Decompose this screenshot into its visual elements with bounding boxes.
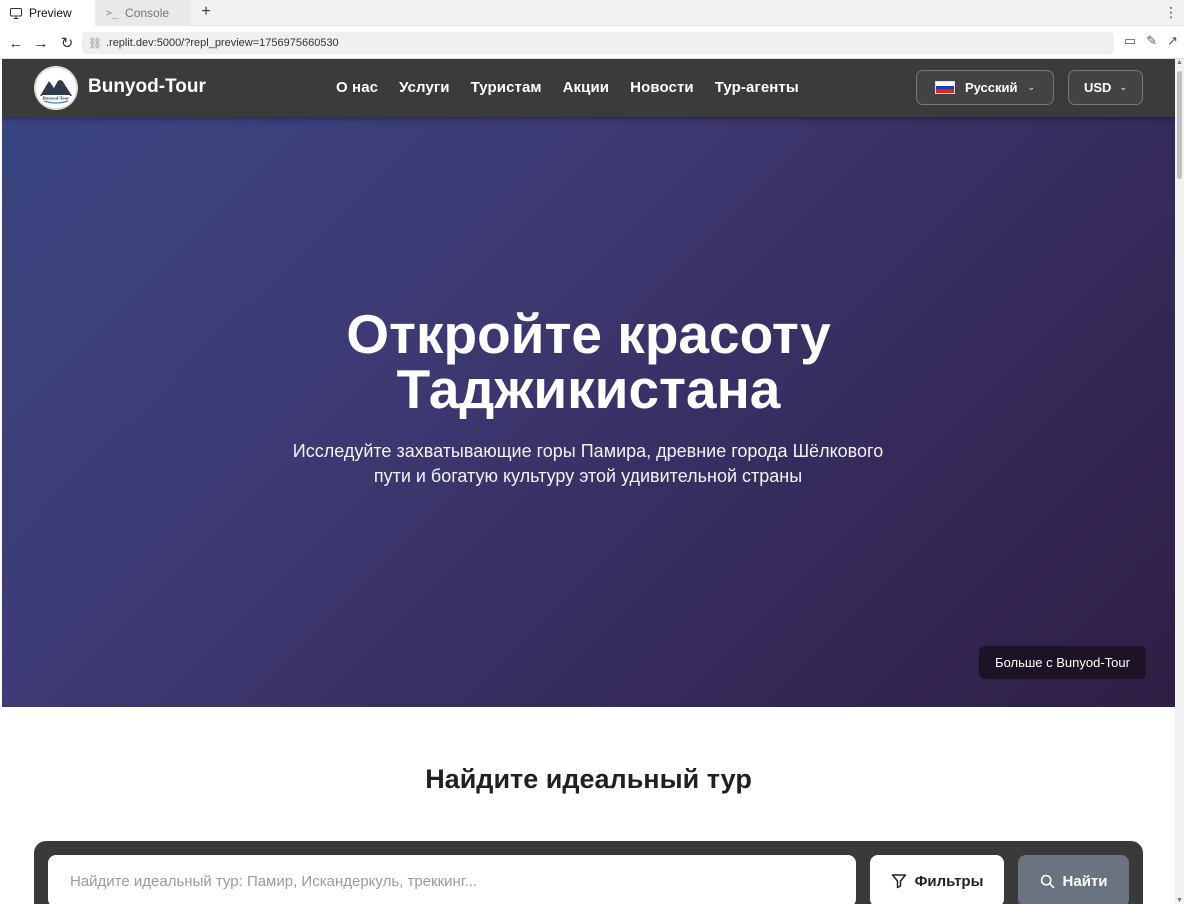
chevron-down-icon: ⌄ <box>1119 82 1127 92</box>
currency-selector[interactable]: USD ⌄ <box>1068 70 1143 105</box>
tab-preview-label: Preview <box>29 6 72 20</box>
find-label: Найти <box>1062 872 1108 890</box>
hero-subtitle: Исследуйте захватывающие горы Памира, др… <box>292 441 884 486</box>
forward-icon[interactable]: → <box>31 33 51 53</box>
svg-text:Bunyod-Tour: Bunyod-Tour <box>43 96 69 101</box>
hero-title-line2: Таджикистана <box>396 358 781 420</box>
tour-search-input[interactable] <box>48 855 856 904</box>
link-icon: ⛓ <box>88 37 102 50</box>
tab-console[interactable]: >_ Console <box>96 0 190 26</box>
search-icon <box>1040 874 1054 888</box>
search-section-title: Найдите идеальный тур <box>425 764 752 794</box>
filter-icon <box>891 874 906 889</box>
url-text: .replit.dev:5000/?repl_preview=175697566… <box>105 37 339 49</box>
site-header: Bunyod-Tour Bunyod-Tour О нас Услуги Тур… <box>2 59 1175 117</box>
find-button[interactable]: Найти <box>1018 855 1129 904</box>
scrollbar-thumb[interactable] <box>1177 71 1182 179</box>
nav-item-services[interactable]: Услуги <box>399 79 449 96</box>
hero-section: Откройте красоту Таджикистана Исследуйте… <box>2 117 1175 707</box>
reload-icon[interactable]: ↻ <box>57 33 77 53</box>
nav-item-news[interactable]: Новости <box>630 79 694 96</box>
nav-item-tourists[interactable]: Туристам <box>471 79 542 96</box>
back-icon[interactable]: ← <box>6 33 26 53</box>
tab-preview[interactable]: Preview <box>0 0 95 26</box>
search-panel: Фильтры Найти <box>34 841 1143 904</box>
devices-icon[interactable]: ▭ <box>1124 33 1136 49</box>
address-bar: ← → ↻ ⛓ .replit.dev:5000/?repl_preview=1… <box>0 27 1184 59</box>
nav-item-agents[interactable]: Тур-агенты <box>715 79 799 96</box>
chevron-down-icon: ⌄ <box>1027 82 1036 92</box>
russia-flag-icon <box>934 81 955 94</box>
open-external-icon[interactable]: ↗ <box>1167 33 1178 49</box>
language-selector[interactable]: Русский ⌄ <box>916 70 1054 105</box>
scroll-up-icon[interactable]: ▲ <box>1176 59 1183 66</box>
tab-console-label: Console <box>125 6 170 20</box>
more-with-brand-button[interactable]: Больше с Bunyod-Tour <box>979 646 1146 679</box>
new-tab-button[interactable]: + <box>197 3 215 21</box>
main-nav: О нас Услуги Туристам Акции Новости Тур-… <box>336 79 799 96</box>
nav-item-about[interactable]: О нас <box>336 79 378 96</box>
wrench-icon[interactable]: ✎ <box>1146 33 1157 49</box>
page-viewport: Bunyod-Tour Bunyod-Tour О нас Услуги Тур… <box>2 59 1175 904</box>
page-scrollbar[interactable]: ▲ ▼ <box>1175 59 1184 904</box>
hero-title-line1: Откройте красоту <box>346 303 831 365</box>
brand-name[interactable]: Bunyod-Tour <box>88 76 206 98</box>
more-options-icon[interactable]: ⋮ <box>1164 4 1178 21</box>
browser-tabbar: Preview >_ Console + ⋮ <box>0 0 1184 26</box>
terminal-icon: >_ <box>106 7 119 19</box>
scroll-down-icon[interactable]: ▼ <box>1176 897 1183 904</box>
filters-label: Фильтры <box>914 872 984 890</box>
mountain-logo-icon: Bunyod-Tour <box>34 66 78 110</box>
language-label: Русский <box>964 80 1018 95</box>
filters-button[interactable]: Фильтры <box>870 855 1004 904</box>
url-field[interactable]: ⛓ .replit.dev:5000/?repl_preview=1756975… <box>82 32 1114 54</box>
site-logo[interactable]: Bunyod-Tour <box>34 66 78 110</box>
monitor-icon <box>10 7 22 19</box>
currency-label: USD <box>1084 80 1112 95</box>
nav-item-promotions[interactable]: Акции <box>563 79 610 96</box>
hero-title: Откройте красоту Таджикистана <box>2 307 1175 417</box>
